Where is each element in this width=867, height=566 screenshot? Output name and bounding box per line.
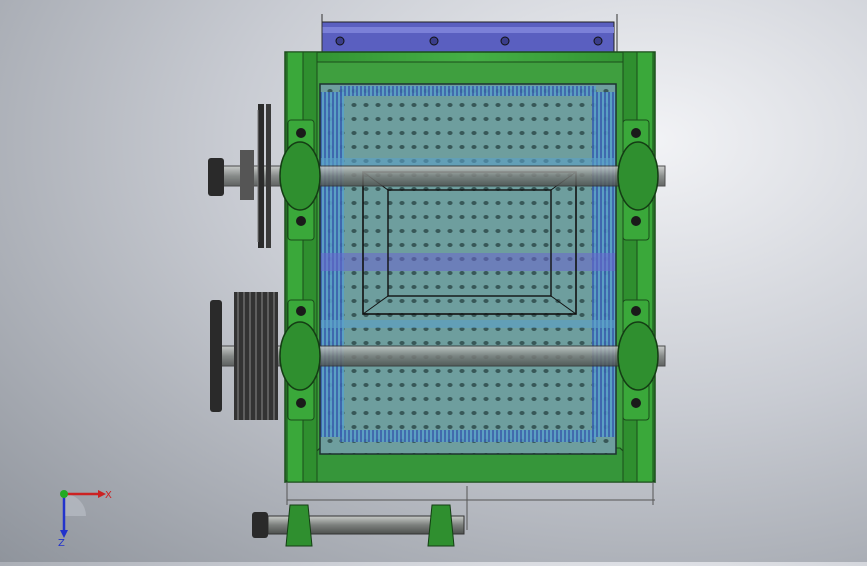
- bottom-drive-shaft: [252, 486, 468, 547]
- x-axis-label: X: [105, 490, 112, 501]
- y-axis-dot: [60, 490, 68, 498]
- axis-triad: X Z: [58, 490, 112, 548]
- triad-plane: [64, 494, 86, 516]
- screen-deck: [319, 83, 617, 455]
- model-scene[interactable]: [0, 0, 867, 562]
- z-axis-head: [60, 530, 68, 538]
- pulley-lower: [210, 292, 278, 420]
- cad-viewport[interactable]: X Z: [0, 0, 867, 562]
- z-axis-label: Z: [58, 538, 65, 548]
- hopper-top: [321, 14, 618, 55]
